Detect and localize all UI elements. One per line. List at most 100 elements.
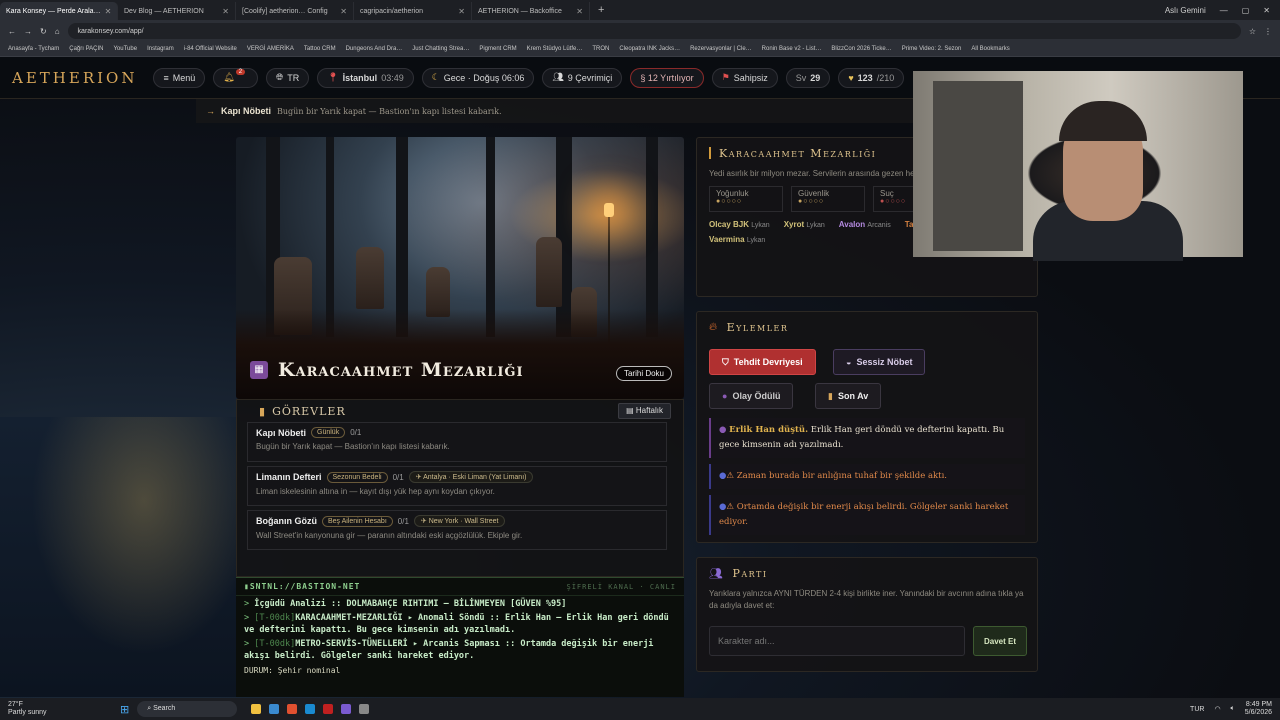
back-icon[interactable]: ←	[8, 27, 16, 36]
wifi-icon[interactable]: ◠	[1214, 705, 1220, 713]
quest-location[interactable]: ✈ Antalya · Eski Liman (Yat Limanı)	[408, 471, 534, 483]
bookmark-item[interactable]: Çağrı PAÇIN	[69, 46, 103, 52]
gravestone	[536, 237, 562, 307]
forward-icon[interactable]: →	[24, 27, 32, 36]
browser-tab[interactable]: cagripacin/aetherion ✕	[354, 2, 472, 20]
search-label: Search	[153, 705, 176, 712]
terminal-text: İçgüdü Analizi :: DOLMABAHÇE RIHTIMI — B…	[254, 599, 567, 609]
silent-watch-button[interactable]: ◒ Sessiz Nöbet	[833, 349, 926, 375]
log-lead: Erlik Han düştü.	[729, 425, 809, 435]
quest-item[interactable]: Kapı Nöbeti Günlük 0/1 Bugün bir Yarık kap…	[247, 422, 667, 462]
weekly-label: Haftalık	[635, 406, 663, 415]
windows-start-icon[interactable]: ⊞	[120, 703, 129, 716]
reload-icon[interactable]: ↻	[40, 27, 47, 36]
bookmark-item[interactable]: Dungeons And Dra…	[346, 46, 403, 52]
tree	[486, 137, 495, 337]
quest-banner[interactable]: → Kapı Nöbeti Bugün bir Yarık kapat — Ba…	[196, 99, 914, 123]
close-icon[interactable]: ✕	[340, 7, 347, 16]
file-explorer-icon[interactable]	[251, 704, 262, 714]
profile-label[interactable]: Aslı Gemini	[1165, 6, 1206, 15]
quest-item[interactable]: Boğanın Gözü Beş Ailenin Hesabı 0/1 ✈ New Y…	[247, 510, 667, 550]
bookmark-item[interactable]: Just Chatting Strea…	[412, 46, 469, 52]
player-tag[interactable]: Olcay BJK Lykan	[709, 220, 770, 229]
language-button[interactable]: 🌐︎ TR	[266, 67, 310, 88]
moon-icon: ☾	[431, 72, 440, 82]
pin-icon: 📍︎	[327, 72, 339, 82]
bookmark-item[interactable]: All Bookmarks	[971, 46, 1009, 52]
quest-item[interactable]: Limanın Defteri Sezonun Bedeli 0/1 ✈ Antaly…	[247, 466, 667, 506]
volume-icon[interactable]: 🔈︎	[1231, 705, 1235, 713]
quest-location[interactable]: ✈ New York · Wall Street	[413, 515, 506, 527]
home-icon[interactable]: ⌂	[55, 27, 60, 36]
bookmark-item[interactable]: Tattoo CRM	[304, 46, 336, 52]
close-icon[interactable]: ✕	[576, 7, 583, 16]
threat-patrol-button[interactable]: ⛉ Tehdit Devriyesi	[709, 349, 816, 375]
player-tag[interactable]: Xyrot Lykan	[784, 220, 825, 229]
browser-tab[interactable]: [Coolify] aetherion… Config ✕	[236, 2, 354, 20]
skype-icon[interactable]	[305, 704, 316, 714]
bookmark-item[interactable]: BlizzCon 2026 Ticke…	[831, 46, 891, 52]
online-pill[interactable]: 👥︎ 9 Çevrimiçi	[542, 67, 623, 88]
quests-title: GÖREVLER	[272, 404, 346, 418]
terminal-icon[interactable]	[359, 704, 370, 714]
actions-panel: 🔥︎ Eylemler ⛉ Tehdit Devriyesi ◒ Sessiz Nöb…	[696, 311, 1038, 543]
close-icon[interactable]: ✕	[458, 7, 465, 16]
menu-button[interactable]: ≡ Menü	[153, 67, 206, 88]
sahipsiz-pill[interactable]: ⚑ Sahipsiz	[711, 67, 778, 88]
quest-name: Limanın Defteri	[256, 472, 322, 482]
bookmark-item[interactable]: Rezervasyonlar | Cle…	[690, 46, 752, 52]
bookmark-item[interactable]: Cleopatra INK Jacks…	[619, 46, 680, 52]
invite-button[interactable]: Davet Et	[973, 626, 1027, 656]
close-icon[interactable]: ✕	[222, 7, 229, 16]
bookmark-item[interactable]: VERGİ AMERİKA	[247, 46, 294, 52]
bookmark-item[interactable]: YouTube	[113, 46, 137, 52]
maximize-icon[interactable]: ▢	[1242, 6, 1250, 15]
bookmark-item[interactable]: i-84 Official Website	[184, 46, 237, 52]
bookmark-item[interactable]: Prime Video: 2. Sezon	[902, 46, 962, 52]
chrome-icon[interactable]	[287, 704, 298, 714]
location-tag[interactable]: Tarihi Doku	[615, 366, 672, 381]
player-name: Olcay BJK	[709, 220, 750, 229]
quest-chip: Günlük	[311, 427, 346, 438]
event-reward-button[interactable]: ● Olay Ödülü	[709, 383, 794, 409]
discord-icon[interactable]	[341, 704, 352, 714]
app-icon[interactable]	[323, 704, 334, 714]
character-name-input[interactable]	[709, 626, 965, 656]
logo[interactable]: AETHERION	[12, 69, 137, 87]
bookmark-item[interactable]: Krem Stüdyo Lütfe…	[527, 46, 583, 52]
new-tab-button[interactable]: +	[590, 4, 612, 16]
browser-tab[interactable]: AETHERION — Backoffice ✕	[472, 2, 590, 20]
close-icon[interactable]: ✕	[105, 7, 112, 16]
last-hunt-button[interactable]: ▮ Son Av	[815, 383, 882, 409]
browser-tab[interactable]: Dev Blog — AETHERION ✕	[118, 2, 236, 20]
bookmark-item[interactable]: Ronin Base v2 - List…	[762, 46, 822, 52]
banner-title: Kapı Nöbeti	[221, 106, 272, 116]
bookmark-item[interactable]: Instagram	[147, 46, 174, 52]
notifications-button[interactable]: 🔔︎ 2	[213, 67, 259, 88]
input-language[interactable]: TUR	[1190, 706, 1204, 713]
menu-dots-icon[interactable]: ⋮	[1264, 27, 1272, 36]
taskbar-search[interactable]: ⌕ Search	[137, 701, 238, 717]
clock-date[interactable]: 5/6/2026	[1245, 709, 1272, 717]
minimize-icon[interactable]: —	[1220, 6, 1228, 15]
clock-time[interactable]: 8:49 PM	[1245, 701, 1272, 709]
browser-tabbar: Kara Konsey — Perde Arala… ✕ Dev Blog — A…	[0, 0, 1280, 20]
url-field[interactable]: karakonsey.com/app/	[67, 23, 1241, 39]
star-icon[interactable]: ☆	[1249, 27, 1256, 36]
yirtiliyor-label: § 12 Yırtılıyor	[640, 72, 694, 83]
scroll-icon: ▮	[828, 390, 833, 401]
edge-icon[interactable]	[269, 704, 280, 714]
weekly-button[interactable]: ▤ Haftalık	[618, 403, 671, 419]
player-tag[interactable]: Avalon Arcanis	[839, 220, 891, 229]
bookmark-item[interactable]: TRON	[592, 46, 609, 52]
tab-label: Kara Konsey — Perde Arala…	[6, 7, 101, 15]
player-tag[interactable]: Vaermina Lykan	[709, 235, 765, 244]
terminal-line: > [T-00dk]KARACAAHMET-MEZARLIĞI ▸ Anomal…	[236, 610, 684, 636]
bookmark-item[interactable]: Pigment CRM	[479, 46, 516, 52]
close-window-icon[interactable]: ✕	[1263, 6, 1270, 15]
weather-widget[interactable]: 27°F Partly sunny	[0, 701, 120, 717]
yirtiliyor-pill[interactable]: § 12 Yırtılıyor	[630, 67, 704, 88]
browser-tab[interactable]: Kara Konsey — Perde Arala… ✕	[0, 2, 118, 20]
bookmark-item[interactable]: Anasayfa - Tycham	[8, 46, 59, 52]
city-pill[interactable]: 📍︎ İstanbul 03:49	[317, 67, 414, 88]
